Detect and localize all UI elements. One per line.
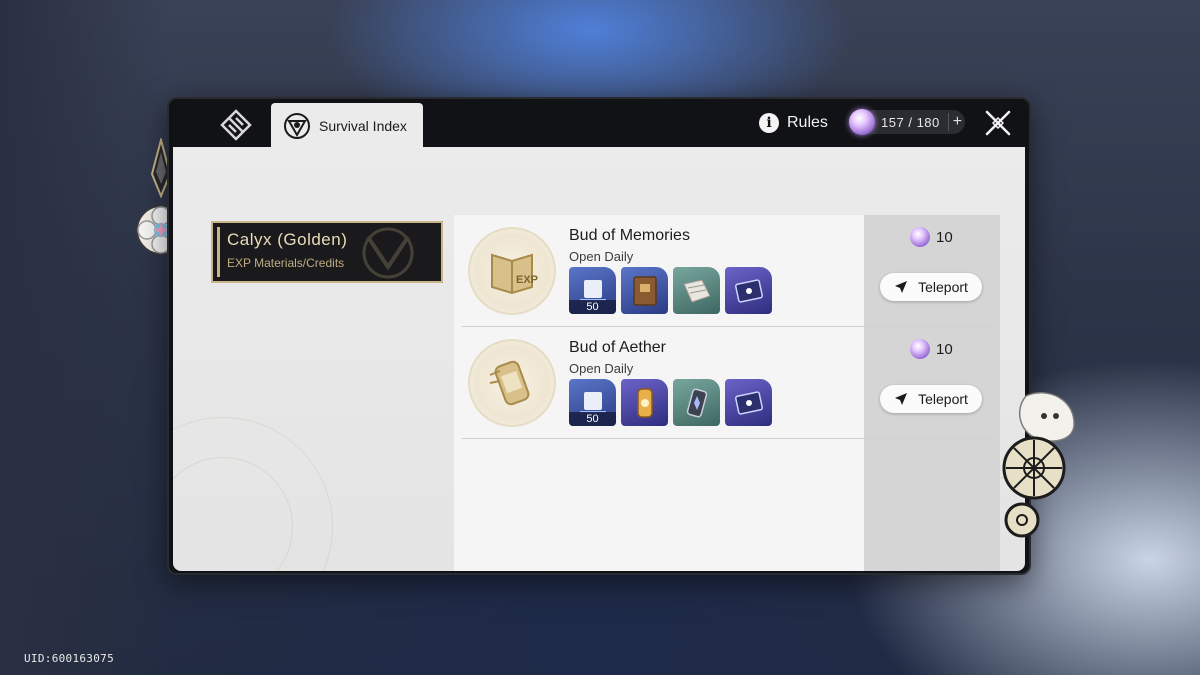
teleport-button[interactable]: Teleport — [880, 385, 982, 413]
reward-item[interactable] — [673, 267, 720, 314]
reward-list: 50 — [569, 379, 772, 426]
trailblaze-power-icon — [849, 109, 875, 135]
cost-value: 10 — [936, 228, 953, 246]
bud-of-aether-emblem — [468, 339, 556, 427]
tab-inactive[interactable] — [205, 103, 267, 147]
survival-index-window: Survival Index i Rules 157 / 180 + Calyx… — [167, 97, 1031, 575]
category-calyx-golden[interactable]: Calyx (Golden) EXP Materials/Credits — [211, 221, 443, 283]
list-item-bud-of-aether: Bud of Aether Open Daily 50 10 Teleport — [462, 327, 992, 439]
teleport-label: Teleport — [918, 279, 968, 295]
reward-item[interactable] — [725, 267, 772, 314]
teleport-button[interactable]: Teleport — [880, 273, 982, 301]
light-cone-icon — [734, 278, 763, 303]
navigation-arrow-icon — [895, 281, 908, 293]
travel-encounters-icon — [682, 278, 711, 303]
reward-item[interactable] — [621, 379, 668, 426]
trailblaze-power-cost: 10 — [910, 339, 953, 359]
exp-book-emblem-icon: EXP — [491, 253, 538, 295]
reward-item[interactable] — [621, 267, 668, 314]
reward-item[interactable] — [673, 379, 720, 426]
stamina-separator: / — [908, 114, 913, 130]
player-uid: UID:600163075 — [24, 652, 114, 665]
book-diamond-icon — [220, 109, 252, 141]
reward-item[interactable]: 50 — [569, 267, 616, 314]
bud-of-memories-emblem: EXP — [468, 227, 556, 315]
close-button[interactable] — [983, 108, 1013, 138]
survival-index-icon — [284, 113, 310, 139]
row-subtitle: Open Daily — [569, 361, 634, 376]
background-shade — [0, 0, 170, 675]
info-icon: i — [759, 113, 779, 133]
reward-list: 50 — [569, 267, 772, 314]
content-area: Calyx (Golden) EXP Materials/Credits EXP — [173, 147, 1025, 571]
reward-count: 50 — [569, 412, 616, 426]
teleport-label: Teleport — [918, 391, 968, 407]
trailblaze-power-icon — [910, 339, 930, 359]
tab-survival-index-label: Survival Index — [319, 118, 407, 134]
window-ornament-right — [996, 386, 1080, 550]
row-subtitle: Open Daily — [569, 249, 634, 264]
aether-canister-emblem-icon — [489, 360, 530, 406]
row-title: Bud of Memories — [569, 227, 690, 244]
cost-value: 10 — [936, 340, 953, 358]
rules-button[interactable]: i Rules — [759, 111, 828, 135]
close-icon — [985, 110, 1011, 136]
stamina-max: 180 — [916, 114, 940, 130]
trailblaze-power-icon — [910, 227, 930, 247]
tab-survival-index[interactable]: Survival Index — [271, 103, 423, 149]
navigation-arrow-icon — [895, 393, 908, 405]
trailblaze-power-cost: 10 — [910, 227, 953, 247]
rules-label: Rules — [787, 114, 828, 131]
reward-count: 50 — [569, 300, 616, 314]
exp-book-icon — [632, 275, 657, 306]
list-item-bud-of-memories: EXP Bud of Memories Open Daily 50 10 Tel… — [462, 215, 992, 327]
lost-gold-fragment-icon — [636, 387, 653, 418]
refined-aether-icon — [686, 388, 707, 417]
add-stamina-button[interactable]: + — [947, 113, 962, 131]
row-title: Bud of Aether — [569, 339, 666, 356]
svg-text:EXP: EXP — [516, 274, 538, 286]
reward-item[interactable] — [725, 379, 772, 426]
calyx-list: EXP Bud of Memories Open Daily 50 10 Tel… — [454, 215, 1000, 571]
light-cone-icon — [734, 390, 763, 415]
trailblaze-power-display: 157 / 180 + — [849, 109, 965, 135]
reward-item[interactable]: 50 — [569, 379, 616, 426]
stamina-current: 157 — [881, 114, 905, 130]
calyx-emblem-icon — [362, 227, 414, 279]
